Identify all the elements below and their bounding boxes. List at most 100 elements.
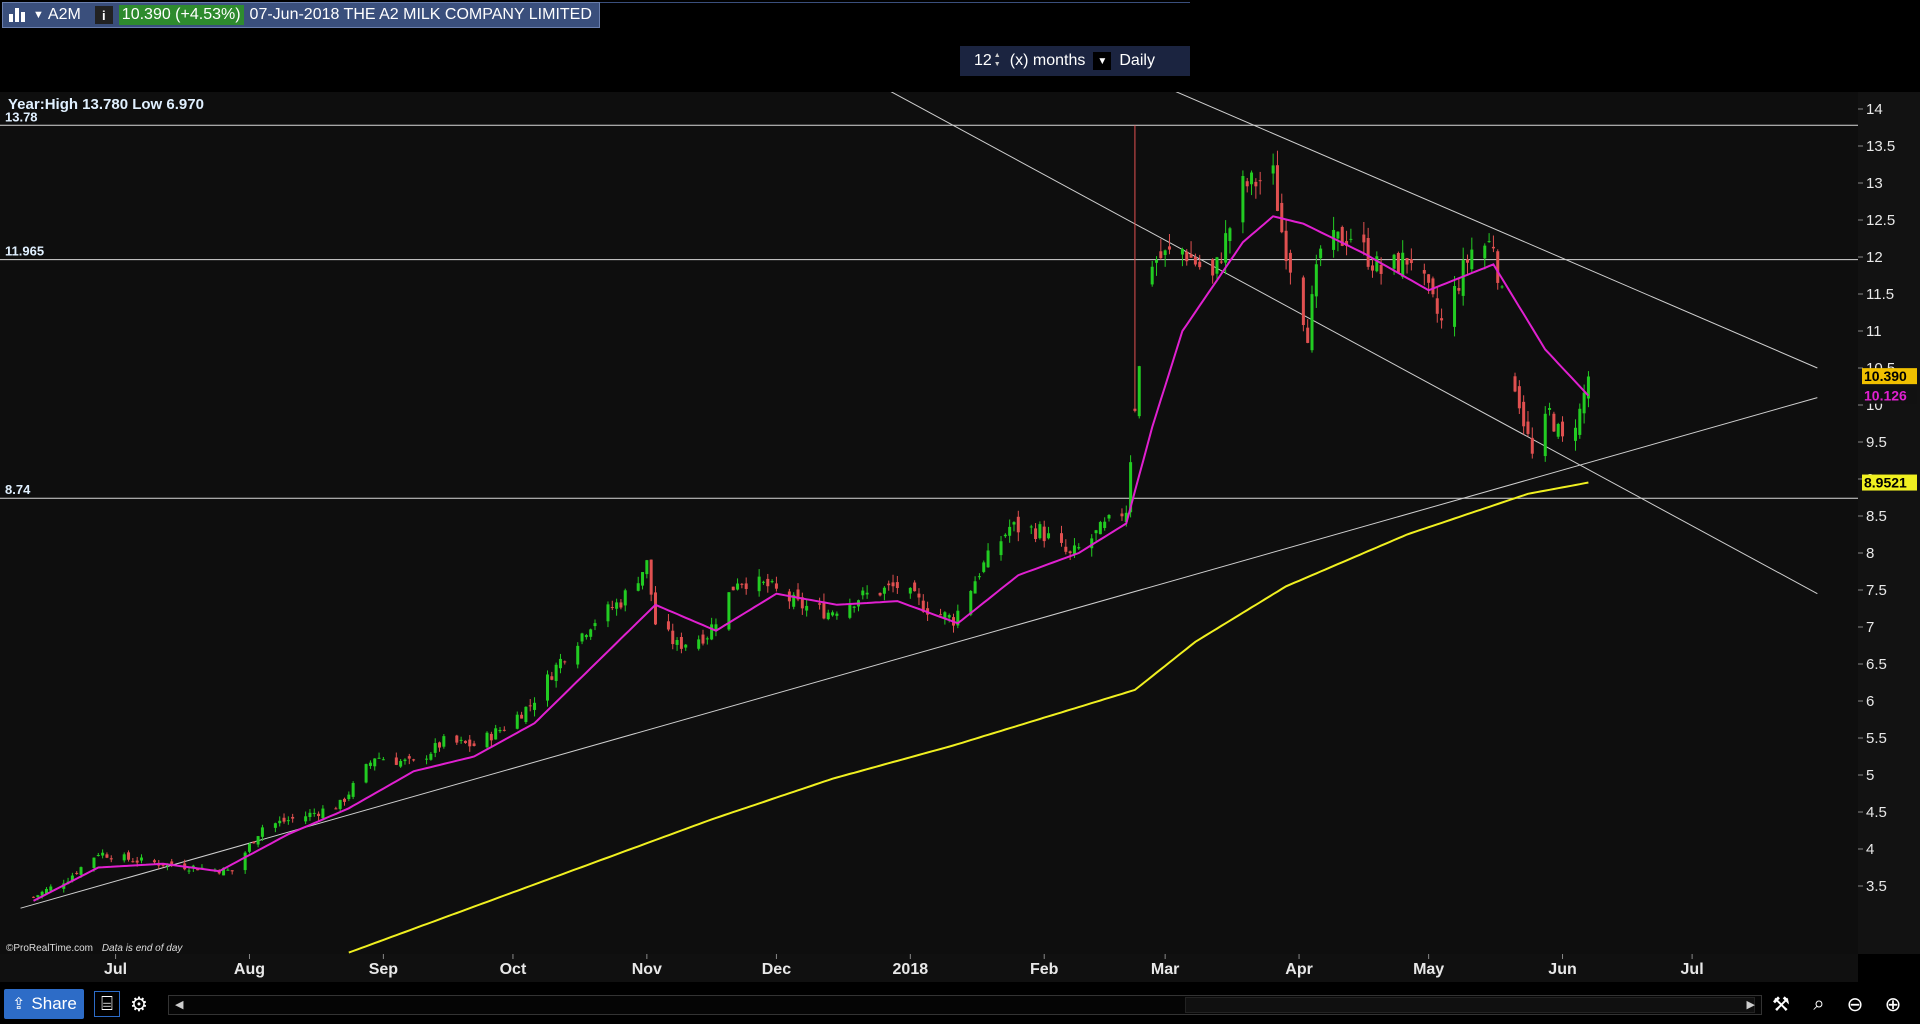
y-tick-label: 13.5 (1866, 138, 1895, 155)
candle-body (1163, 250, 1167, 256)
candle[interactable] (1098, 520, 1102, 535)
plot-background (0, 92, 1858, 954)
candle-body (1561, 421, 1565, 437)
candle-body (831, 612, 835, 616)
period-value[interactable]: 12 (974, 52, 992, 70)
candle-body (619, 602, 623, 608)
candle-body (455, 735, 459, 743)
candle-body (1275, 165, 1279, 211)
candle-body (740, 583, 744, 585)
symbol-dropdown-icon[interactable]: ▼ (33, 9, 44, 21)
candle-body (1530, 437, 1534, 454)
candle[interactable] (1137, 365, 1141, 419)
candle-body (1250, 172, 1254, 185)
candle-body (731, 586, 735, 591)
y-tick-label: 7 (1866, 619, 1874, 636)
instrument-title-bar[interactable]: ▼ A2M i 10.390 (+4.53%) 07-Jun-2018 THE … (2, 2, 600, 28)
candle[interactable] (1301, 275, 1305, 332)
candle-body (757, 576, 761, 592)
tools-icon[interactable]: ⚙ (126, 991, 152, 1017)
x-tick-label: Nov (632, 961, 662, 978)
candle-body (766, 578, 770, 587)
candle-body (260, 827, 264, 837)
candle[interactable] (1038, 521, 1042, 540)
zoom-out-icon[interactable]: ⊖ (1842, 991, 1868, 1017)
candle-body (882, 587, 886, 594)
watermark: ©ProRealTime.com Data is end of day (6, 943, 183, 954)
candle[interactable] (485, 731, 489, 749)
scroll-right-icon[interactable]: ▶ (1747, 998, 1755, 1011)
candle-body (286, 820, 290, 822)
candle-body (1431, 278, 1435, 295)
candle[interactable] (731, 586, 735, 591)
candle-body (908, 587, 912, 594)
scroll-left-icon[interactable]: ◀ (175, 998, 183, 1011)
candle-body (653, 592, 657, 625)
price-chart[interactable]: 13.7811.9658.74 3.544.555.566.577.588.59… (0, 92, 1920, 982)
candle-body (1552, 413, 1556, 432)
candle-body (848, 604, 852, 618)
candle[interactable] (1431, 276, 1435, 298)
candle-body (973, 581, 977, 594)
candle-body (550, 676, 554, 680)
candle-body (1362, 234, 1366, 243)
y-tick-label: 4.5 (1866, 804, 1887, 821)
candle-body (135, 860, 139, 863)
zoom-fit-icon[interactable]: ⌕ (1806, 991, 1832, 1017)
candle[interactable] (1578, 403, 1582, 439)
candle-body (308, 812, 312, 818)
candle-body (774, 583, 778, 589)
candle[interactable] (364, 763, 368, 784)
info-icon[interactable]: i (94, 6, 113, 24)
chart-scrollbar[interactable]: ◀ ▶ (168, 995, 1762, 1015)
candle-body (278, 820, 282, 824)
period-selector[interactable]: 12 ▲ ▼ (x) months ▼ Daily (960, 46, 1190, 76)
candle[interactable] (524, 706, 528, 724)
candle[interactable] (442, 734, 446, 749)
candle[interactable] (1543, 406, 1547, 462)
symbol-label[interactable]: A2M (48, 6, 81, 24)
candle[interactable] (1552, 411, 1556, 433)
candle[interactable] (576, 642, 580, 669)
candle-body (666, 621, 670, 630)
candle-body (1483, 245, 1487, 259)
y-tick-label: 3.5 (1866, 878, 1887, 895)
zoom-in-icon[interactable]: ⊕ (1880, 991, 1906, 1017)
chart-settings-icon[interactable]: ⚒ (1768, 991, 1794, 1017)
candle-body (701, 634, 705, 644)
candle[interactable] (247, 842, 251, 854)
y-tick-label: 12.5 (1866, 212, 1895, 229)
candle-body (593, 623, 597, 627)
candle-body (407, 756, 411, 759)
candle[interactable] (1556, 422, 1560, 439)
candle-body (1440, 318, 1444, 321)
candle-body (122, 854, 126, 861)
period-spinner-icon[interactable]: ▲ ▼ (994, 51, 1004, 71)
candle-body (1379, 264, 1383, 274)
candle-body (1059, 533, 1063, 543)
indicator-icon[interactable]: ⌸ (94, 991, 120, 1017)
candle-body (1310, 294, 1314, 351)
candle-body (1271, 165, 1275, 174)
period-unit: (x) months (1009, 52, 1086, 69)
interval-label[interactable]: Daily (1119, 52, 1155, 70)
candle-body (1219, 261, 1223, 263)
candle-body (1470, 249, 1474, 270)
x-tick-label: Jul (1681, 961, 1704, 978)
period-dropdown-icon[interactable]: ▼ (1093, 52, 1112, 70)
candle-body (1526, 421, 1530, 434)
scrollbar-thumb[interactable] (1185, 997, 1755, 1013)
candle-body (425, 758, 429, 760)
price-tag-label-0: 10.390 (1864, 368, 1907, 384)
candle-body (49, 886, 53, 891)
share-button[interactable]: ⇪ Share (4, 989, 84, 1019)
candle[interactable] (982, 560, 986, 574)
candle[interactable] (727, 592, 731, 631)
candle[interactable] (351, 781, 355, 800)
toolbar-header: ▼ A2M i 10.390 (+4.53%) 07-Jun-2018 THE … (0, 0, 1920, 30)
candle-body (381, 759, 385, 761)
candle[interactable] (1396, 251, 1400, 274)
candle-body (1072, 545, 1076, 555)
candle-body (649, 559, 653, 595)
candle[interactable] (1310, 285, 1314, 353)
